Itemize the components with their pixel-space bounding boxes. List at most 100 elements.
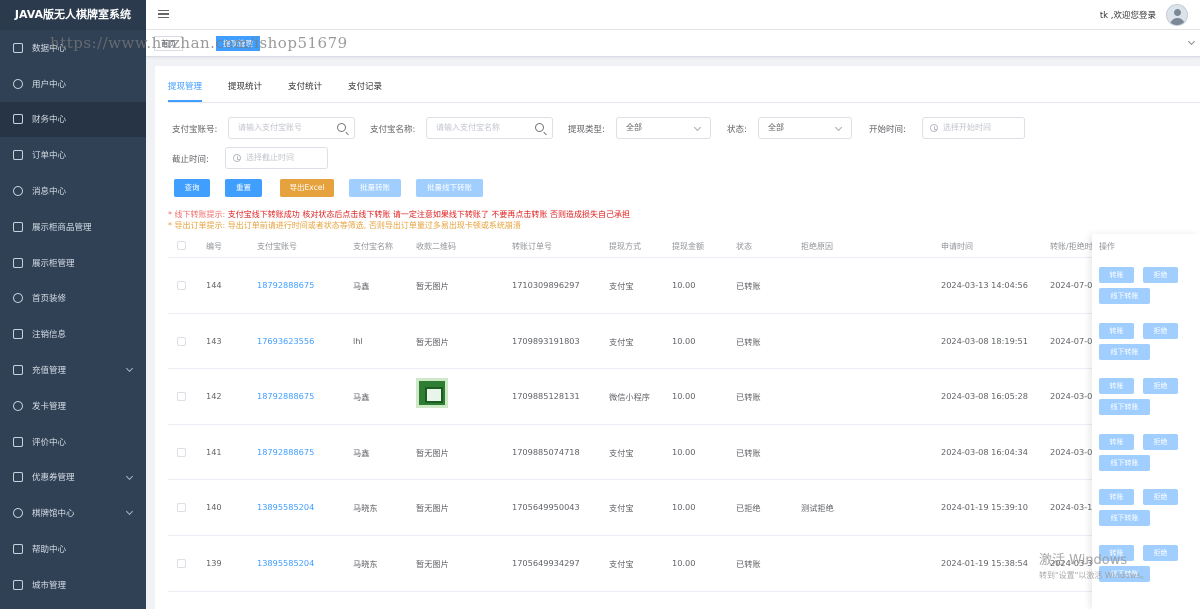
cell-account[interactable]: 17693623556: [257, 336, 314, 346]
transfer-button[interactable]: 转账: [1099, 322, 1134, 339]
offline-transfer-button[interactable]: 线下转账: [1099, 343, 1150, 360]
tab-pay-records[interactable]: 支付记录: [348, 80, 382, 102]
tab-bar: 提现管理 提现统计 支付统计 支付记录: [168, 80, 408, 102]
row-checkbox[interactable]: [177, 336, 186, 346]
qr-code-image[interactable]: [416, 378, 448, 409]
cell-order: 1705649950043: [512, 502, 580, 513]
reject-button[interactable]: 拒绝: [1143, 322, 1178, 339]
sidebar-item-6[interactable]: 展示柜管理: [0, 245, 146, 281]
sidebar-item-12[interactable]: 优惠券管理: [0, 460, 146, 496]
cell-apply-time: 2024-01-19 15:38:54: [941, 558, 1028, 568]
alipay-account-input[interactable]: 请输入支付宝账号: [228, 117, 355, 139]
search-icon[interactable]: [535, 123, 544, 132]
sidebar-item-label: 城市管理: [32, 580, 67, 591]
cell-account[interactable]: 18792888675: [257, 280, 314, 290]
offline-transfer-button[interactable]: 线下转账: [1099, 510, 1150, 527]
offline-transfer-button[interactable]: 线下转账: [1099, 399, 1150, 416]
offline-transfer-button[interactable]: 线下转账: [1099, 454, 1150, 471]
chevron-down-icon[interactable]: [1187, 37, 1196, 46]
tab-withdraw-stats[interactable]: 提现统计: [228, 80, 262, 102]
col-reason: 拒绝原因: [801, 242, 833, 251]
sidebar-item-4[interactable]: 消息中心: [0, 173, 146, 209]
row-checkbox[interactable]: [177, 503, 186, 513]
sidebar-item-1[interactable]: 用户中心: [0, 66, 146, 102]
cell-reason: 测试拒绝: [801, 503, 834, 514]
cell-method: 微信小程序: [609, 392, 650, 403]
cell-qr: 暂无图片: [416, 559, 449, 569]
sidebar-item-10[interactable]: 发卡管理: [0, 388, 146, 424]
dashboard-icon: [13, 42, 23, 53]
sidebar-item-15[interactable]: 城市管理: [0, 567, 146, 603]
reject-button[interactable]: 拒绝: [1143, 489, 1178, 506]
cell-status: 已转账: [736, 447, 761, 458]
offline-transfer-button[interactable]: 线下转账: [1099, 288, 1150, 304]
row-checkbox[interactable]: [177, 281, 186, 290]
table-row: 141 18792888675 马鑫 暂无图片 1709885074718 支付宝 10.0…: [168, 425, 1200, 481]
row-checkbox[interactable]: [177, 447, 186, 457]
withdraw-type-select[interactable]: 全部: [616, 117, 711, 139]
end-time-placeholder: 选择截止时间: [246, 153, 294, 162]
transfer-button[interactable]: 转账: [1099, 378, 1134, 395]
alipay-name-input[interactable]: 请输入支付宝名称: [426, 117, 553, 139]
query-button[interactable]: 查询: [174, 179, 210, 197]
search-icon[interactable]: [337, 123, 346, 132]
start-time-picker[interactable]: 选择开始时间: [922, 117, 1025, 139]
export-excel-button[interactable]: 导出Excel: [280, 179, 334, 197]
alipay-name-label: 支付宝名称:: [370, 125, 416, 135]
status-label: 状态:: [727, 125, 747, 135]
transfer-button[interactable]: 转账: [1099, 433, 1134, 450]
sidebar-item-14[interactable]: 帮助中心: [0, 531, 146, 567]
select-all-checkbox[interactable]: [177, 241, 186, 250]
header-select-all[interactable]: [177, 241, 186, 252]
batch-transfer-button[interactable]: 批量转账: [349, 179, 401, 197]
sidebar-item-11[interactable]: 评价中心: [0, 424, 146, 460]
cell-method: 支付宝: [609, 336, 634, 347]
comment-icon: [13, 436, 23, 447]
offline-tip-text: 支付宝线下转账成功 核对状态后点击线下转账 请一定注意如果线下转账了 不要再点击…: [227, 210, 630, 219]
sidebar-item-label: 优惠券管理: [32, 473, 75, 484]
reject-button[interactable]: 拒绝: [1143, 267, 1178, 283]
tab-withdraw-manage[interactable]: 提现管理: [168, 80, 203, 102]
col-account: 支付宝账号: [257, 242, 297, 251]
cell-account[interactable]: 18792888675: [257, 391, 314, 401]
sidebar-item-9[interactable]: 充值管理: [0, 352, 146, 388]
sidebar-item-label: 棋牌馆中心: [32, 509, 75, 520]
batch-offline-transfer-button[interactable]: 批量线下转账: [416, 179, 483, 197]
cell-apply-time: 2024-03-08 16:04:34: [941, 446, 1028, 457]
chevron-down-icon: [693, 123, 702, 132]
cell-apply-time: 2024-01-19 15:39:10: [941, 502, 1028, 513]
cell-account[interactable]: 13895585204: [257, 558, 314, 568]
reject-button[interactable]: 拒绝: [1143, 378, 1178, 395]
row-checkbox[interactable]: [177, 392, 186, 402]
cell-order: 1709885128131: [512, 391, 580, 402]
table-header: 编号 支付宝账号 支付宝名称 收款二维码 转账订单号 提现方式 提现金额 状态 …: [168, 234, 1200, 258]
cell-apply-time: 2024-03-08 16:05:28: [941, 391, 1028, 402]
transfer-button[interactable]: 转账: [1099, 489, 1134, 506]
row-checkbox[interactable]: [177, 559, 186, 568]
sidebar-item-7[interactable]: 首页装修: [0, 281, 146, 317]
sidebar-item-13[interactable]: 棋牌馆中心: [0, 495, 146, 531]
sidebar-item-label: 发卡管理: [32, 401, 67, 412]
cell-account[interactable]: 13895585204: [257, 502, 314, 512]
col-id: 编号: [206, 242, 222, 251]
transfer-button[interactable]: 转账: [1099, 267, 1134, 283]
sidebar-item-2[interactable]: 财务中心: [0, 101, 146, 138]
tab-pay-stats[interactable]: 支付统计: [288, 80, 322, 102]
start-time-label: 开始时间:: [869, 125, 906, 135]
cell-account[interactable]: 18792888675: [257, 447, 314, 457]
avatar[interactable]: [1166, 4, 1188, 26]
sidebar-item-3[interactable]: 订单中心: [0, 137, 146, 173]
cell-qr: 暂无图片: [416, 447, 449, 458]
cell-order: 1710309896297: [512, 280, 580, 290]
reset-button[interactable]: 重置: [225, 179, 262, 197]
sidebar-item-5[interactable]: 展示柜商品管理: [0, 209, 146, 245]
sidebar-menu: 数据中心 用户中心 财务中心 订单中心 消息中心 展示柜商品管理 展示柜管理 首页装修 注销信息…: [0, 30, 146, 603]
end-time-picker[interactable]: 选择截止时间: [225, 147, 328, 169]
sidebar-item-label: 用户中心: [32, 79, 67, 90]
reject-button[interactable]: 拒绝: [1143, 433, 1178, 450]
windows-watermark-line2: 转到"设置"以激活 Windows。: [1039, 571, 1149, 580]
hamburger-icon[interactable]: [158, 10, 169, 18]
status-select[interactable]: 全部: [758, 117, 852, 139]
sidebar-item-8[interactable]: 注销信息: [0, 316, 146, 352]
export-tip: * 导出订单提示: 导出订单前请进行时间或者状态等筛选, 否则导出订单量过多易出…: [168, 221, 521, 230]
